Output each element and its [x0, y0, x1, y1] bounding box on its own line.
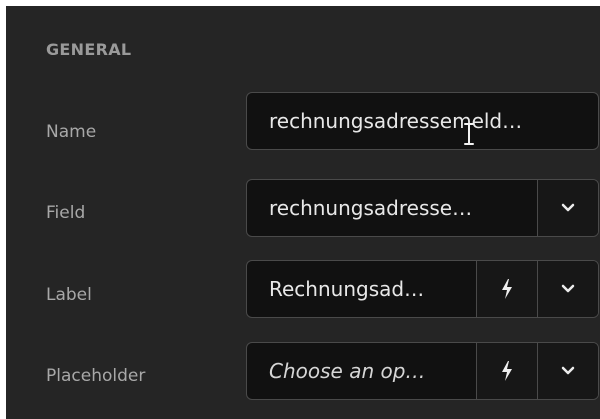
- field-text: rechnungsadresse…: [269, 196, 473, 220]
- lightning-icon: [502, 361, 512, 381]
- placeholder-dropdown-button[interactable]: [537, 343, 598, 399]
- field-value[interactable]: rechnungsadresse…: [247, 180, 537, 236]
- label-label: Label: [46, 285, 92, 305]
- label-input[interactable]: Rechnungsad…: [246, 260, 599, 318]
- placeholder-text: Choose an op…: [269, 359, 426, 383]
- chevron-down-icon: [561, 284, 575, 293]
- label-value[interactable]: Rechnungsad…: [247, 261, 476, 317]
- label-dropdown-button[interactable]: [537, 261, 598, 317]
- name-value[interactable]: rechnungsadressemeld…: [247, 93, 598, 149]
- label-text: Rechnungsad…: [269, 277, 425, 301]
- chevron-down-icon: [561, 203, 575, 212]
- label-action-button[interactable]: [476, 261, 537, 317]
- name-input[interactable]: rechnungsadressemeld…: [246, 92, 599, 150]
- section-title: GENERAL: [46, 40, 132, 59]
- name-label: Name: [46, 122, 97, 142]
- general-settings-panel: GENERAL Name rechnungsadressemeld… Field…: [6, 6, 600, 419]
- lightning-icon: [502, 279, 512, 299]
- placeholder-action-button[interactable]: [476, 343, 537, 399]
- chevron-down-icon: [561, 366, 575, 375]
- field-label: Field: [46, 203, 86, 223]
- field-select[interactable]: rechnungsadresse…: [246, 179, 599, 237]
- placeholder-label: Placeholder: [46, 366, 146, 386]
- placeholder-input[interactable]: Choose an op…: [246, 342, 599, 400]
- name-text: rechnungsadressemeld…: [269, 109, 523, 133]
- placeholder-value[interactable]: Choose an op…: [247, 343, 476, 399]
- field-dropdown-button[interactable]: [537, 180, 598, 236]
- text-cursor-icon: [464, 123, 474, 145]
